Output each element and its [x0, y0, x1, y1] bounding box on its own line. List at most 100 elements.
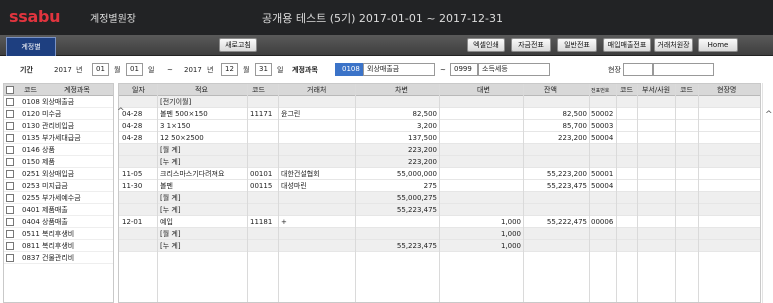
- account-checkbox[interactable]: [6, 134, 14, 142]
- account-checkbox[interactable]: [6, 170, 14, 178]
- to-account-code-input[interactable]: 0999: [450, 63, 478, 76]
- account-code: 0120: [22, 110, 40, 118]
- list-item[interactable]: 0255 부가세예수금: [4, 192, 113, 204]
- list-item[interactable]: 0837 건물관리비: [4, 252, 113, 264]
- list-item[interactable]: 0108 외상매출금: [4, 96, 113, 108]
- home-button[interactable]: Home: [698, 38, 738, 52]
- col-divider: [247, 84, 248, 302]
- account-name: 외상매입금: [42, 170, 75, 178]
- from-account-code-input[interactable]: 0108: [335, 63, 363, 76]
- cell-desc: 볼펜: [160, 182, 173, 190]
- account-code: 0108: [22, 98, 40, 106]
- end-month-unit: 월: [243, 66, 250, 74]
- list-item[interactable]: 0811 복리후생비: [4, 240, 113, 252]
- list-item[interactable]: 0251 외상매입금: [4, 168, 113, 180]
- cell-voucher: 50004: [591, 134, 614, 142]
- account-name: 관리비입금: [42, 122, 75, 130]
- select-all-checkbox[interactable]: [6, 86, 14, 94]
- account-name: 상품: [42, 146, 55, 154]
- scroll-up-icon[interactable]: ^: [765, 111, 773, 120]
- cell-desc: [월 계]: [160, 230, 181, 238]
- vertical-scrollbar[interactable]: ^: [762, 83, 773, 303]
- account-checkbox[interactable]: [6, 98, 14, 106]
- account-checkbox[interactable]: [6, 194, 14, 202]
- cell-desc: 볼펜 500×150: [160, 110, 208, 118]
- col-debit: 차변: [395, 86, 408, 94]
- col-partner: 거래처: [307, 86, 327, 94]
- cell-desc: [누 계]: [160, 206, 181, 214]
- account-checkbox[interactable]: [6, 146, 14, 154]
- from-account-name[interactable]: 외상매출금: [363, 63, 435, 76]
- col-voucher: 전표번호: [591, 88, 610, 94]
- month-unit: 월: [114, 66, 121, 74]
- account-name: 제품: [42, 158, 55, 166]
- account-checkbox[interactable]: [6, 122, 14, 130]
- fund-voucher-button[interactable]: 자금전표: [511, 38, 551, 52]
- list-item[interactable]: 0511 복리후생비: [4, 228, 113, 240]
- account-code: 0511: [22, 230, 40, 238]
- account-checkbox[interactable]: [6, 230, 14, 238]
- col-divider: [637, 84, 638, 302]
- refresh-button[interactable]: 새로고침: [219, 38, 257, 52]
- partner-ledger-button[interactable]: 거래처원장: [654, 38, 693, 52]
- cell-desc: 12 50×2500: [160, 134, 204, 142]
- cell-code: 00115: [250, 182, 273, 190]
- end-month-input[interactable]: 12: [221, 63, 238, 76]
- sales-purchase-voucher-button[interactable]: 매입매출전표: [603, 38, 651, 52]
- cell-partner: 윤그린: [281, 110, 301, 118]
- account-code: 0253: [22, 182, 40, 190]
- list-item[interactable]: 0120 미수금: [4, 108, 113, 120]
- account-checkbox[interactable]: [6, 218, 14, 226]
- account-name: 미지급금: [42, 182, 68, 190]
- cell-debit: 137,500: [408, 134, 437, 142]
- to-account-name[interactable]: 소득세등: [478, 63, 550, 76]
- ledger-grid: 일자 적요 코드 거래처 차변 대변 잔액 전표번호 코드 부서/사원 코드 현…: [118, 83, 761, 303]
- end-year: 2017: [184, 66, 202, 74]
- site-name-input[interactable]: [653, 63, 714, 76]
- list-item[interactable]: 0130 관리비입금: [4, 120, 113, 132]
- list-item[interactable]: 0135 부가세대급금: [4, 132, 113, 144]
- col-desc: 적요: [195, 86, 208, 94]
- excel-print-button[interactable]: 엑셀인쇄: [467, 38, 505, 52]
- account-name: 외상매출금: [42, 98, 75, 106]
- cell-desc: [누 계]: [160, 158, 181, 166]
- start-month-input[interactable]: 01: [92, 63, 109, 76]
- cell-voucher: 50001: [591, 170, 614, 178]
- cell-debit: 82,500: [412, 110, 438, 118]
- end-day-input[interactable]: 31: [255, 63, 272, 76]
- account-code-header: 코드: [24, 86, 37, 94]
- account-list-header: 코드 계정과목: [4, 84, 113, 96]
- cell-date: 11-30: [122, 182, 143, 190]
- col-divider: [523, 84, 524, 302]
- cell-credit: 1,000: [500, 218, 521, 226]
- cell-partner: +: [281, 218, 287, 226]
- account-checkbox[interactable]: [6, 206, 14, 214]
- account-name: 미수금: [42, 110, 62, 118]
- list-item[interactable]: 0253 미지급금: [4, 180, 113, 192]
- cell-desc: [월 계]: [160, 146, 181, 154]
- list-item[interactable]: 0401 제품매출: [4, 204, 113, 216]
- account-checkbox[interactable]: [6, 158, 14, 166]
- list-item[interactable]: 0404 상품매출: [4, 216, 113, 228]
- account-checkbox[interactable]: [6, 242, 14, 250]
- account-checkbox[interactable]: [6, 182, 14, 190]
- site-code-input[interactable]: [623, 63, 653, 76]
- account-name: 건물관리비: [42, 254, 75, 262]
- cell-date: 04-28: [122, 122, 143, 130]
- col-code2: 코드: [620, 86, 633, 94]
- cell-date: 12-01: [122, 218, 143, 226]
- start-day-input[interactable]: 01: [126, 63, 143, 76]
- general-voucher-button[interactable]: 일반전표: [557, 38, 597, 52]
- cell-debit: 55,000,000: [396, 170, 437, 178]
- col-code3: 코드: [680, 86, 693, 94]
- col-divider: [616, 84, 617, 302]
- account-checkbox[interactable]: [6, 110, 14, 118]
- list-item[interactable]: 0150 제품: [4, 156, 113, 168]
- tab-account[interactable]: 계정별: [6, 37, 56, 56]
- list-item[interactable]: 0146 상품: [4, 144, 113, 156]
- day-unit: 일: [148, 66, 155, 74]
- end-year-unit: 년: [207, 66, 214, 74]
- account-code: 0150: [22, 158, 40, 166]
- account-checkbox[interactable]: [6, 254, 14, 262]
- left-scroll-up-icon[interactable]: ^: [117, 108, 125, 117]
